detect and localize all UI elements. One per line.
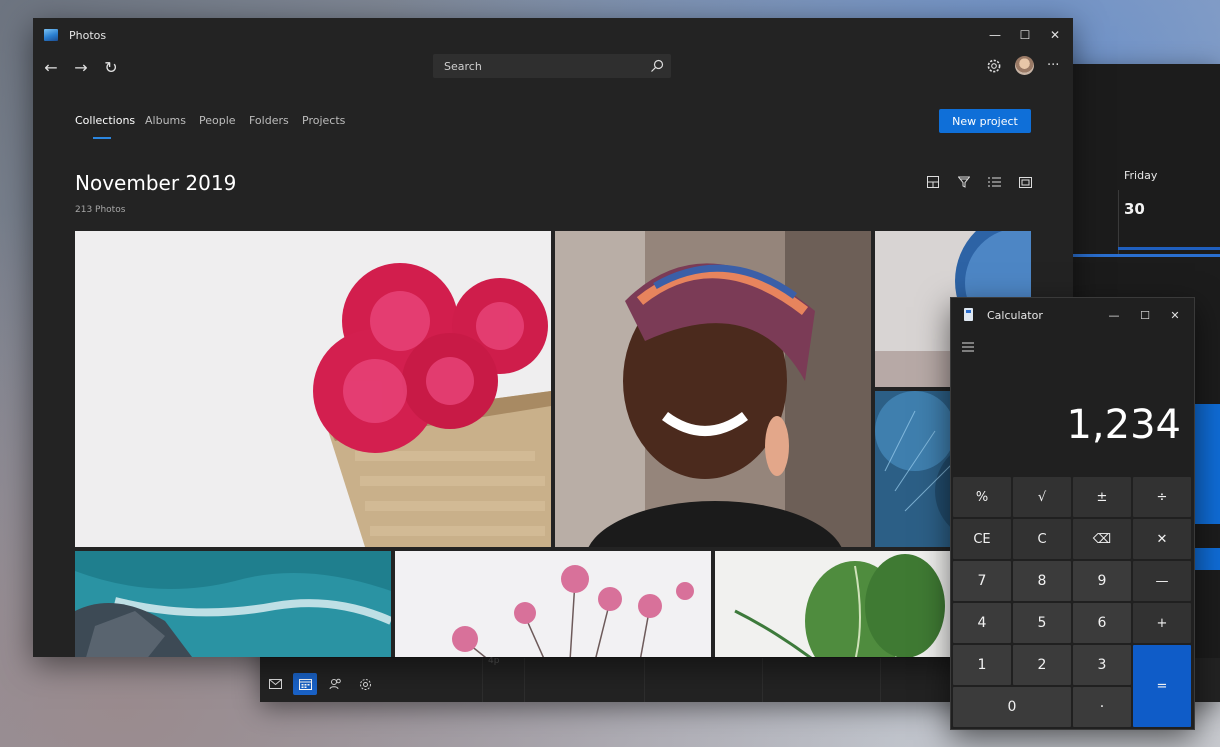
tab-projects[interactable]: Projects — [302, 114, 345, 127]
people-icon[interactable] — [323, 673, 347, 695]
calendar-day-name: Friday — [1124, 169, 1158, 182]
calendar-today-bar-lower — [1072, 254, 1220, 257]
photos-app-icon — [44, 29, 58, 41]
key-3[interactable]: 3 — [1073, 645, 1131, 685]
key-sqrt[interactable]: √ — [1013, 477, 1071, 517]
calendar-grid-line — [644, 658, 645, 702]
maximize-button[interactable]: ☐ — [1015, 25, 1035, 45]
calendar-grid-line — [524, 658, 525, 702]
key-4[interactable]: 4 — [953, 603, 1011, 643]
title-bar[interactable]: Photos — ☐ ✕ — [33, 18, 1073, 52]
calendar-grid-line — [880, 658, 881, 702]
tab-people[interactable]: People — [199, 114, 236, 127]
settings-icon[interactable] — [353, 673, 377, 695]
key-plus[interactable]: + — [1133, 603, 1191, 643]
key-multiply[interactable]: ✕ — [1133, 519, 1191, 559]
calc-minimize-button[interactable]: — — [1105, 306, 1123, 324]
calculator-display: 1,234 — [1066, 402, 1181, 448]
calc-close-button[interactable]: ✕ — [1166, 306, 1184, 324]
key-decimal[interactable]: · — [1073, 687, 1131, 727]
calendar-today-bar — [1118, 247, 1220, 250]
window-title: Photos — [69, 29, 107, 42]
filter-icon[interactable] — [955, 174, 973, 190]
calendar-grid-line — [762, 658, 763, 702]
refresh-button[interactable]: ↻ — [100, 56, 122, 78]
calendar-grid-line — [482, 658, 483, 702]
new-project-button[interactable]: New project — [939, 109, 1031, 133]
key-6[interactable]: 6 — [1073, 603, 1131, 643]
photo-count: 213 Photos — [75, 205, 126, 215]
slideshow-icon[interactable] — [1016, 174, 1034, 190]
tab-albums[interactable]: Albums — [145, 114, 186, 127]
forward-button[interactable]: → — [70, 56, 92, 78]
back-button[interactable]: ← — [40, 56, 62, 78]
photo-thumbnail[interactable] — [75, 551, 391, 657]
key-5[interactable]: 5 — [1013, 603, 1071, 643]
calendar-column-divider — [1118, 190, 1119, 254]
key-clear-entry[interactable]: CE — [953, 519, 1011, 559]
key-minus[interactable]: — — [1133, 561, 1191, 601]
key-9[interactable]: 9 — [1073, 561, 1131, 601]
calendar-time-label: 4p — [488, 656, 500, 666]
photos-window: Photos — ☐ ✕ ← → ↻ ··· Collections Album… — [33, 18, 1073, 657]
more-options-button[interactable]: ··· — [1047, 58, 1059, 73]
settings-icon[interactable] — [986, 58, 1002, 74]
tab-collections[interactable]: Collections — [75, 114, 135, 127]
photo-thumbnail[interactable] — [395, 551, 711, 657]
key-2[interactable]: 2 — [1013, 645, 1071, 685]
collection-title: November 2019 — [75, 171, 237, 195]
calendar-date[interactable]: 30 — [1124, 200, 1145, 218]
key-negate[interactable]: ± — [1073, 477, 1131, 517]
key-0[interactable]: 0 — [953, 687, 1071, 727]
mail-icon[interactable] — [263, 673, 287, 695]
key-8[interactable]: 8 — [1013, 561, 1071, 601]
key-divide[interactable]: ÷ — [1133, 477, 1191, 517]
key-1[interactable]: 1 — [953, 645, 1011, 685]
search-input[interactable] — [433, 54, 644, 78]
active-tab-indicator — [93, 137, 111, 139]
search-icon[interactable] — [649, 58, 665, 74]
select-list-icon[interactable] — [985, 174, 1003, 190]
key-equals[interactable]: = — [1133, 645, 1191, 727]
calculator-window: Calculator — ☐ ✕ 1,234 % √ ± ÷ CE C ⌫ ✕ … — [950, 297, 1195, 730]
calculator-title: Calculator — [987, 309, 1043, 322]
photo-thumbnail[interactable] — [75, 231, 551, 547]
key-percent[interactable]: % — [953, 477, 1011, 517]
tab-folders[interactable]: Folders — [249, 114, 289, 127]
calculator-app-icon — [964, 308, 973, 321]
key-backspace[interactable]: ⌫ — [1073, 519, 1131, 559]
search-box[interactable] — [433, 54, 671, 78]
photo-thumbnail[interactable] — [555, 231, 871, 547]
key-7[interactable]: 7 — [953, 561, 1011, 601]
layout-icon[interactable] — [924, 174, 942, 190]
minimize-button[interactable]: — — [985, 25, 1005, 45]
calc-maximize-button[interactable]: ☐ — [1136, 306, 1154, 324]
calendar-icon[interactable] — [293, 673, 317, 695]
hamburger-menu-icon[interactable] — [961, 338, 977, 352]
key-clear[interactable]: C — [1013, 519, 1071, 559]
avatar[interactable] — [1015, 56, 1034, 75]
close-button[interactable]: ✕ — [1045, 25, 1065, 45]
